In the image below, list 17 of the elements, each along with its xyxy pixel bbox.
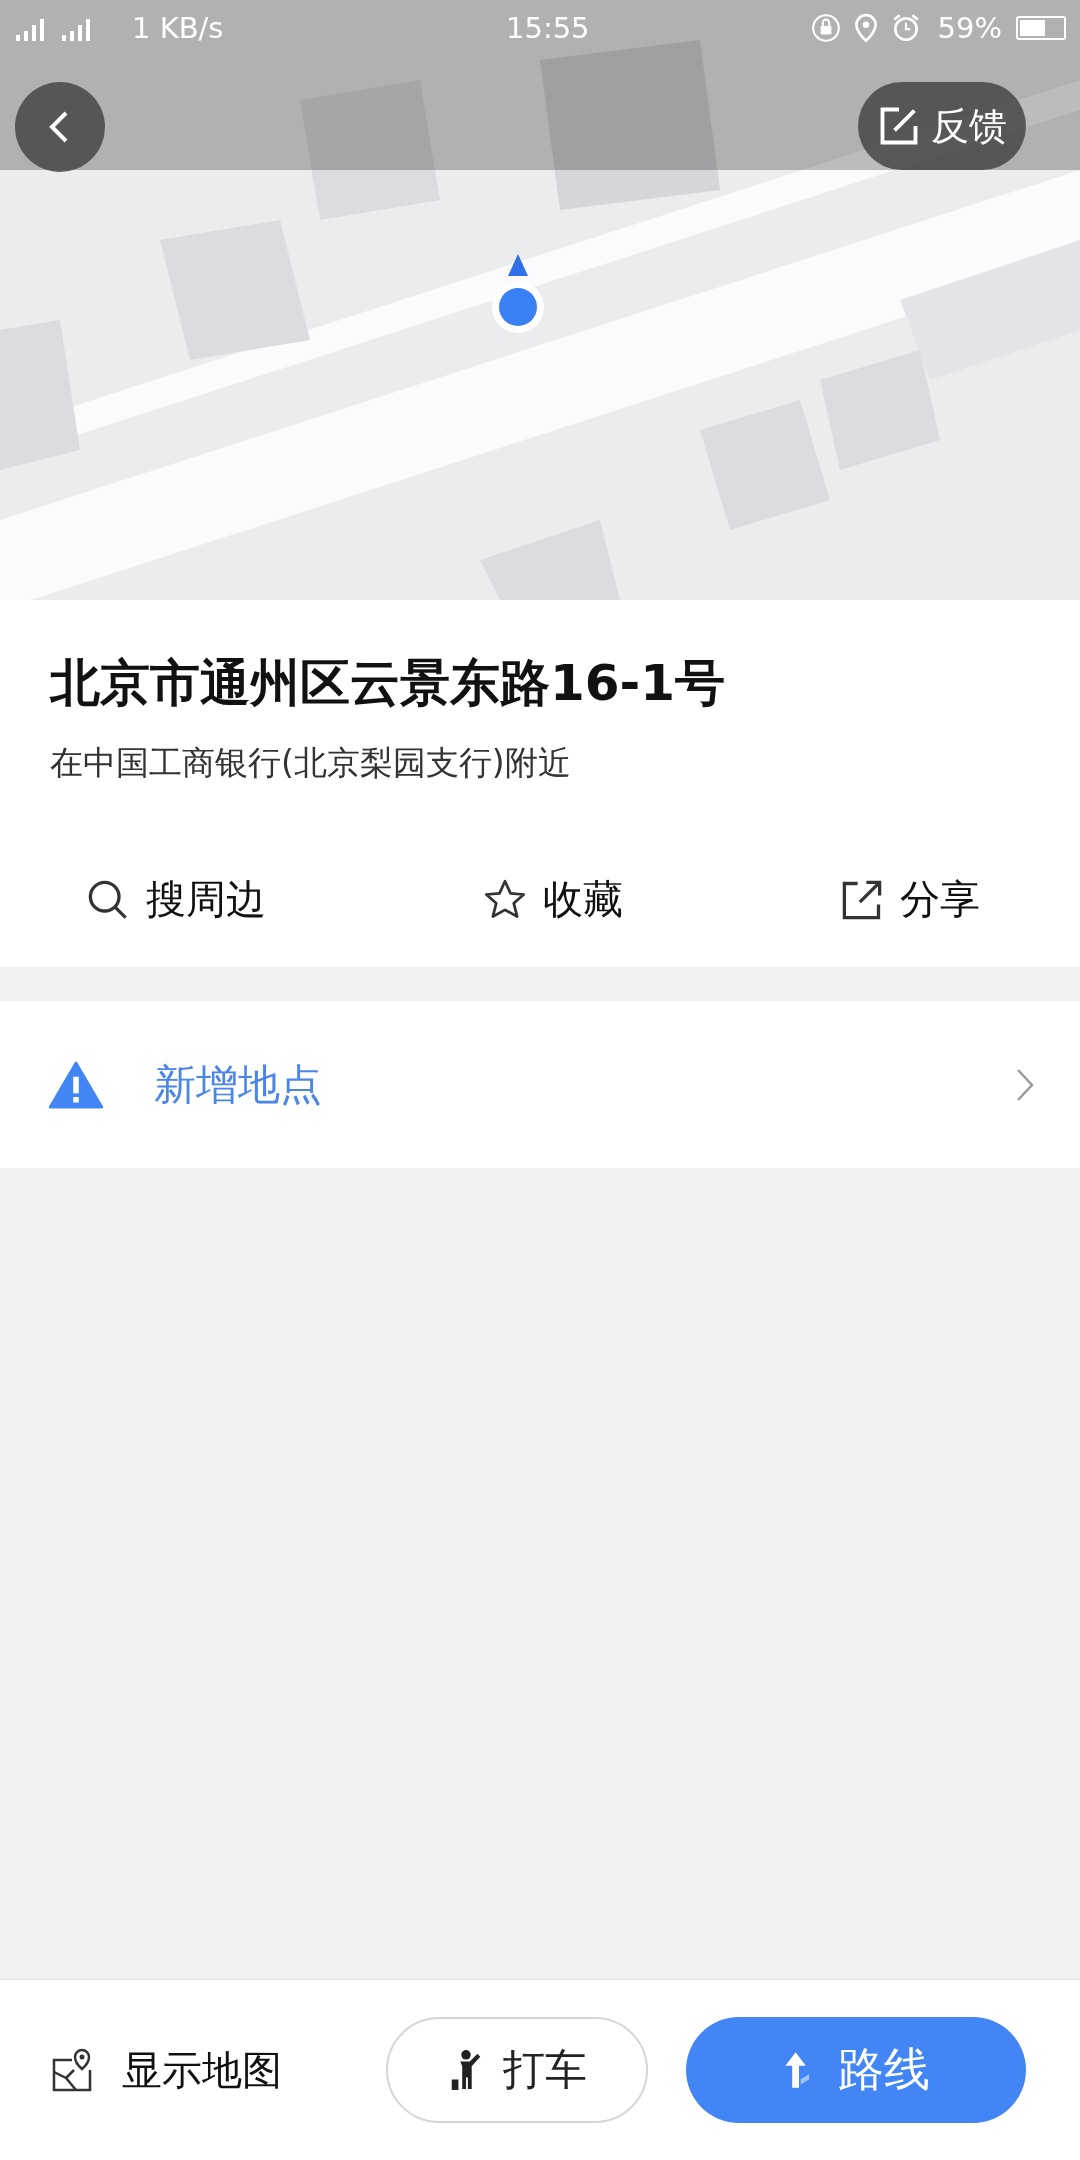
battery-percent: 59%: [937, 11, 1002, 45]
route-button[interactable]: 路线: [686, 2017, 1026, 2123]
warning-icon: [48, 1060, 104, 1109]
place-subtitle: 在中国工商银行(北京梨园支行)附近: [49, 742, 572, 784]
battery-icon: [1016, 16, 1066, 40]
add-place-row[interactable]: 新增地点: [0, 1001, 1080, 1168]
clock: 15:55: [506, 11, 590, 45]
network-speed: 1 KB/s: [132, 11, 224, 45]
taxi-button[interactable]: 打车: [386, 2017, 648, 2123]
show-map-button[interactable]: 显示地图: [50, 2042, 282, 2098]
feedback-button[interactable]: 反馈: [858, 82, 1026, 170]
share-button[interactable]: 分享: [840, 872, 980, 927]
star-button[interactable]: 收藏: [483, 872, 623, 927]
map-pin-icon: [50, 2048, 94, 2092]
place-title: 北京市通州区云景东路16-1号: [48, 653, 727, 714]
rotation-lock-icon: [809, 12, 842, 44]
search-button[interactable]: 搜周边: [86, 872, 266, 927]
